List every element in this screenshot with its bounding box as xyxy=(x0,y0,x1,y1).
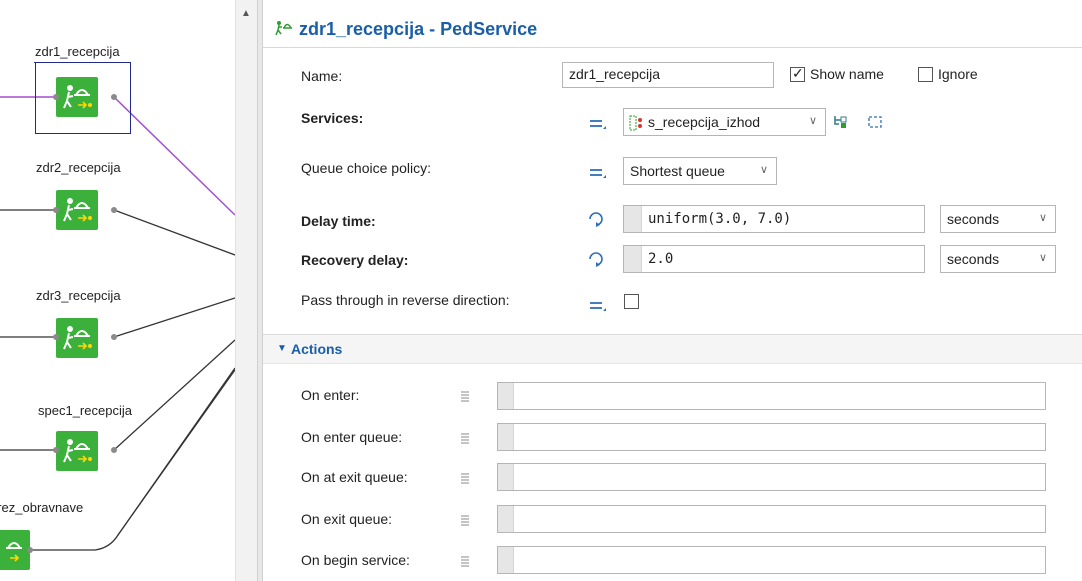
ped-service-icon xyxy=(63,326,92,350)
queue-policy-label: Queue choice policy: xyxy=(301,160,431,176)
chevron-down-icon: ∨ xyxy=(1038,212,1047,224)
block-label: zdr3_recepcija xyxy=(36,288,121,303)
action-label: On enter: xyxy=(301,387,360,403)
queue-policy-dropdown[interactable]: Shortest queue ∨ xyxy=(623,157,777,185)
name-field[interactable]: zdr1_recepcija xyxy=(562,62,774,88)
ped-service-icon xyxy=(6,542,22,562)
show-name-checkbox[interactable] xyxy=(790,65,805,82)
chevron-down-icon: ∨ xyxy=(808,115,817,127)
pass-through-checkbox[interactable] xyxy=(624,294,639,309)
static-value-icon[interactable] xyxy=(589,117,607,131)
ped-service-icon xyxy=(63,85,92,109)
field-gutter xyxy=(498,506,514,532)
code-lines-icon xyxy=(461,515,469,526)
action-label: On at exit queue: xyxy=(301,469,408,485)
dynamic-value-icon[interactable] xyxy=(586,210,606,228)
field-gutter xyxy=(624,206,642,232)
ignore-label: Ignore xyxy=(938,66,978,82)
on-enter-field[interactable] xyxy=(497,382,1046,410)
ped-service-block[interactable] xyxy=(56,77,98,117)
input-port[interactable] xyxy=(53,207,59,213)
delay-time-field[interactable]: uniform(3.0, 7.0) xyxy=(623,205,925,233)
on-at-exit-queue-field[interactable] xyxy=(497,463,1046,491)
code-lines-icon xyxy=(461,473,469,484)
delay-time-unit-dropdown[interactable]: seconds ∨ xyxy=(940,205,1056,233)
properties-header: zdr1_recepcija - PedService xyxy=(263,12,1082,48)
field-gutter xyxy=(624,246,642,272)
ped-service-block[interactable] xyxy=(0,530,30,570)
panel-title: zdr1_recepcija - PedService xyxy=(299,19,538,39)
action-label: On begin service: xyxy=(301,552,410,568)
recovery-delay-field[interactable]: 2.0 xyxy=(623,245,925,273)
block-label: spec1_recepcija xyxy=(38,403,132,418)
static-value-icon[interactable] xyxy=(589,166,607,180)
name-label: Name: xyxy=(301,68,343,84)
output-port[interactable] xyxy=(111,447,117,453)
code-lines-icon xyxy=(461,391,469,402)
output-port[interactable] xyxy=(111,207,117,213)
select-rectangle-icon[interactable] xyxy=(867,114,883,130)
action-label: On enter queue: xyxy=(301,429,403,445)
field-gutter xyxy=(498,547,514,573)
collapse-triangle-icon[interactable]: ▼ xyxy=(277,343,287,354)
recovery-delay-unit-dropdown[interactable]: seconds ∨ xyxy=(940,245,1056,273)
block-label: zdr2_recepcija xyxy=(36,160,121,175)
field-gutter xyxy=(498,424,514,450)
block-label: zdr1_recepcija xyxy=(35,44,120,59)
model-canvas[interactable]: zdr1_recepcija zdr2_recepcija zdr3_recep… xyxy=(0,0,235,581)
ped-service-icon xyxy=(63,439,92,463)
queue-policy-value: Shortest queue xyxy=(630,163,725,179)
properties-panel: zdr1_recepcija - PedService Name: zdr1_r… xyxy=(263,0,1082,581)
dynamic-value-icon[interactable] xyxy=(586,250,606,268)
block-label: prez_obravnave xyxy=(0,500,84,515)
on-exit-queue-field[interactable] xyxy=(497,505,1046,533)
input-port[interactable] xyxy=(53,447,59,453)
code-lines-icon xyxy=(461,433,469,444)
services-value: s_recepcija_izhod xyxy=(648,114,761,130)
recovery-delay-label: Recovery delay: xyxy=(301,252,409,268)
input-port[interactable] xyxy=(53,94,59,100)
field-gutter xyxy=(498,464,514,490)
ped-service-block[interactable] xyxy=(56,431,98,471)
ped-service-block[interactable] xyxy=(56,318,98,358)
action-label: On exit queue: xyxy=(301,511,393,527)
ped-service-icon xyxy=(275,21,292,36)
output-port[interactable] xyxy=(111,94,117,100)
code-lines-icon xyxy=(461,556,469,567)
input-port[interactable] xyxy=(53,334,59,340)
recovery-delay-unit: seconds xyxy=(947,251,1000,267)
delay-time-unit: seconds xyxy=(947,211,1000,227)
ped-service-block[interactable] xyxy=(56,190,98,230)
show-name-label: Show name xyxy=(810,66,884,82)
output-port[interactable] xyxy=(27,547,33,553)
delay-time-value: uniform(3.0, 7.0) xyxy=(648,211,792,227)
chevron-down-icon: ∨ xyxy=(1038,252,1047,264)
on-begin-service-field[interactable] xyxy=(497,546,1046,574)
services-label: Services: xyxy=(301,110,364,126)
static-value-icon[interactable] xyxy=(589,299,607,313)
delay-time-label: Delay time: xyxy=(301,213,376,229)
select-in-graph-icon[interactable] xyxy=(833,114,849,130)
field-gutter xyxy=(498,383,514,409)
chevron-down-icon: ∨ xyxy=(759,164,768,176)
output-port[interactable] xyxy=(111,334,117,340)
services-dropdown[interactable]: s_recepcija_izhod ∨ xyxy=(623,108,826,136)
ped-service-icon xyxy=(63,198,92,222)
pass-through-label: Pass through in reverse direction: xyxy=(301,292,510,308)
recovery-delay-value: 2.0 xyxy=(648,251,674,267)
scroll-up-icon[interactable]: ▲ xyxy=(241,8,251,19)
on-enter-queue-field[interactable] xyxy=(497,423,1046,451)
resource-pool-icon xyxy=(629,115,642,131)
ignore-checkbox[interactable] xyxy=(918,67,933,82)
actions-section-header[interactable]: ▼ Actions xyxy=(263,334,1082,364)
canvas-scrollbar[interactable]: ▲ xyxy=(235,0,257,581)
actions-header: Actions xyxy=(291,341,343,357)
